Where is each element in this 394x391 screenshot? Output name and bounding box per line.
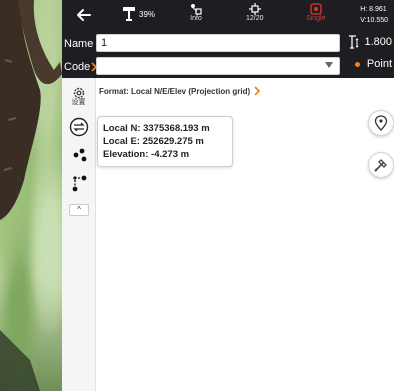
satellite-info-icon [191, 4, 202, 15]
antenna-battery-icon [123, 7, 135, 21]
main-panel: Format: Local N/E/Elev (Projection grid)… [96, 78, 394, 391]
satellite-count: 12/20 [246, 15, 264, 22]
camera-background [0, 0, 62, 391]
solution-status[interactable]: Single [306, 3, 325, 22]
point-type-dot-icon [354, 61, 360, 67]
code-label[interactable]: Code [62, 55, 98, 78]
stakeout-button[interactable] [368, 152, 394, 178]
info-status[interactable]: Info [190, 3, 202, 22]
coordinates-panel: Local N: 3375368.193 m Local E: 252629.2… [97, 116, 233, 167]
dropdown-arrow-icon[interactable] [325, 62, 333, 68]
point-type-selector[interactable]: Point [354, 58, 392, 70]
format-label: Format: Local N/E/Elev (Projection grid) [99, 86, 251, 96]
target-icon [310, 3, 322, 15]
name-input[interactable]: 1 [96, 34, 340, 52]
code-input[interactable] [96, 57, 340, 75]
tool-column: 设置 ^ [62, 78, 96, 391]
name-label: Name [64, 37, 94, 50]
v-precision: V:10.550 [360, 17, 388, 24]
local-east: Local E: 252629.275 m [103, 136, 204, 147]
antenna-height-value: 1.800 [364, 36, 392, 48]
tree-trunk-image [0, 0, 62, 391]
satellite-icon [248, 3, 261, 15]
collapse-button[interactable]: ^ [69, 204, 89, 216]
code-label-text: Code [64, 60, 91, 73]
back-arrow-icon[interactable] [74, 5, 94, 25]
polyline-icon [72, 175, 87, 192]
map-pin-button[interactable] [368, 110, 394, 136]
status-bar: 39% Info 12/20 Single H: 8.961 V:10.550 [62, 0, 394, 32]
format-selector[interactable]: Format: Local N/E/Elev (Projection grid) [99, 86, 261, 96]
battery-status: 39% [122, 6, 155, 22]
point-type-label: Point [366, 58, 392, 70]
line-button[interactable] [68, 172, 90, 194]
satellite-status[interactable]: 12/20 [246, 3, 264, 22]
settings-label: 设置 [71, 99, 86, 106]
points-button[interactable] [68, 144, 90, 166]
precision-readout: H: 8.961 V:10.550 [360, 4, 388, 26]
switch-arrows-icon [69, 117, 89, 137]
scatter-points-icon [73, 148, 87, 162]
antenna-height-icon [349, 35, 359, 49]
antenna-height[interactable]: 1.800 [348, 35, 392, 49]
battery-percent: 39% [139, 9, 156, 19]
chevron-right-icon [254, 86, 261, 96]
code-row: Code Point [62, 55, 394, 78]
info-label: Info [190, 15, 202, 22]
local-north: Local N: 3375368.193 m [103, 123, 210, 134]
elevation: Elevation: -4.273 m [103, 149, 190, 160]
h-precision: H: 8.961 [360, 6, 387, 13]
name-row: Name 1 1.800 [62, 32, 394, 55]
survey-pole-icon [374, 159, 387, 172]
switch-view-button[interactable] [68, 116, 90, 138]
solution-label: Single [306, 15, 326, 22]
location-pin-icon [374, 115, 388, 131]
